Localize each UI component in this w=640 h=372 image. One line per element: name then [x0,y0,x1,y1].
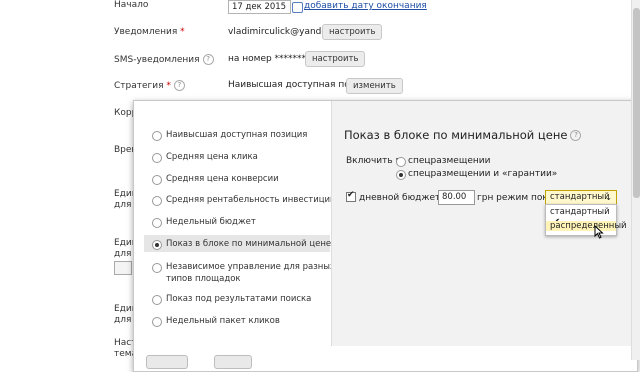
save-button[interactable] [146,355,188,369]
display-mode-dropdown[interactable]: стандартный ⌄ [545,190,617,205]
cancel-button[interactable] [214,355,252,369]
notifications-settings-button[interactable]: настроить [322,24,383,40]
start-label: Начало [114,0,149,10]
strategy-options-list: Наивысшая доступная позиция Средняя цена… [134,101,336,346]
partial-toggle[interactable] [114,261,132,275]
include-option-label: спецразмещении [408,156,491,166]
display-mode-menu: стандартный ✔ распределенный [545,204,627,236]
radio-button[interactable] [152,131,162,141]
radio-button[interactable] [152,317,162,327]
radio-button[interactable] [152,218,162,228]
help-icon[interactable]: ? [173,80,185,91]
sms-settings-button[interactable]: настроить [305,51,366,67]
strategy-settings-pane: Показ в блоке по минимальной цене? Включ… [331,101,638,346]
sms-label: SMS-уведомления? [114,54,214,65]
notifications-label: Уведомления * [114,27,185,37]
daily-budget-input[interactable]: 80.00 [438,190,475,205]
radio-button[interactable] [396,157,406,167]
radio-button[interactable] [152,263,162,273]
radio-button[interactable] [152,196,162,206]
help-icon[interactable]: ? [570,130,582,141]
scrollbar-thumb[interactable] [633,8,640,198]
strategy-label: Стратегия *? [114,80,185,91]
strategy-popup: Наивысшая доступная позиция Средняя цена… [133,100,638,372]
help-icon[interactable]: ? [202,54,214,65]
strategy-title: Показ в блоке по минимальной цене? [344,128,582,142]
radio-button[interactable] [152,153,162,163]
radio-button-selected[interactable] [152,240,162,250]
chevron-down-icon: ⌄ [605,193,612,202]
include-option-label: спецразмещении и «гарантии» [408,169,558,179]
radio-button[interactable] [152,175,162,185]
cursor-icon [594,225,604,239]
radio-button-selected[interactable] [396,170,406,180]
strategy-change-button[interactable]: изменить [346,78,403,94]
menu-item-hover[interactable]: распределенный [546,221,627,231]
start-date-input[interactable]: 17 дек 2015 [228,0,291,14]
daily-budget-checkbox[interactable] [346,190,356,202]
radio-button[interactable] [152,295,162,305]
page-scrollbar[interactable] [631,0,640,360]
calendar-icon[interactable] [292,2,303,13]
add-end-date-link[interactable]: добавить дату окончания [304,1,427,11]
